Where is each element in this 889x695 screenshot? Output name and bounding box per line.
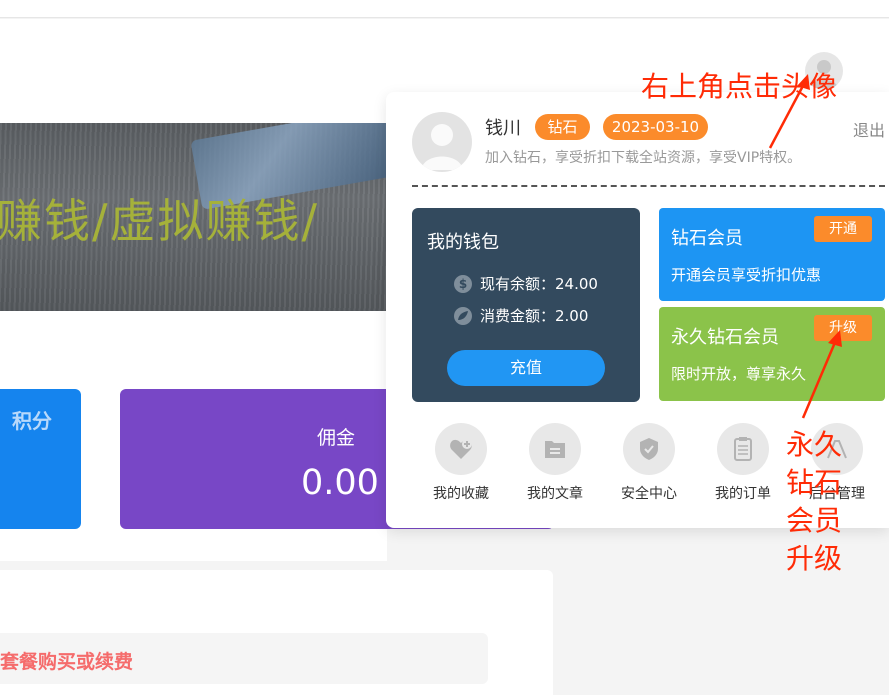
- wallet-card: 我的钱包 $ 现有余额：24.00 消费金额：2.00 充值: [412, 208, 640, 402]
- wallet-title: 我的钱包: [427, 232, 499, 253]
- quick-link-label: 我的订单: [715, 486, 771, 502]
- user-avatar[interactable]: [412, 112, 472, 172]
- wallet-spent-row: 消费金额：2.00: [454, 305, 588, 326]
- commission-label: 佣金: [317, 427, 356, 449]
- wallet-balance: 现有余额：24.00: [480, 275, 598, 293]
- member-expiry-badge: 2023-03-10: [603, 114, 708, 140]
- quick-link-security[interactable]: 安全中心: [609, 423, 689, 503]
- wallet-balance-row: $ 现有余额：24.00: [454, 273, 598, 294]
- diamond-vip-desc: 开通会员享受折扣优惠: [671, 266, 822, 284]
- points-card[interactable]: 积分: [0, 389, 81, 529]
- annotation-click-avatar: 右上角点击头像: [641, 70, 838, 103]
- leaf-icon: [454, 306, 472, 325]
- annotation-upgrade: 永久钻石会员升级: [786, 428, 843, 575]
- quick-link-label: 安全中心: [621, 486, 677, 502]
- wallet-spent: 消费金额：2.00: [480, 307, 589, 325]
- forever-vip-desc: 限时开放，尊享永久: [671, 365, 807, 383]
- banner-title: 赚钱/虚拟赚钱/: [0, 194, 319, 248]
- quick-link-label: 我的收藏: [433, 486, 489, 502]
- logout-link[interactable]: 退出: [853, 117, 885, 141]
- dollar-coin-icon: $: [454, 274, 472, 293]
- quick-link-orders[interactable]: 我的订单: [703, 423, 783, 503]
- user-name: 钱川: [485, 118, 521, 139]
- recharge-button[interactable]: 充值: [447, 350, 605, 386]
- diamond-vip-card[interactable]: 钻石会员 开通 开通会员享受折扣优惠: [659, 208, 885, 301]
- folder-icon: [529, 423, 581, 475]
- shield-check-icon: [623, 423, 675, 475]
- quick-link-favorites[interactable]: 我的收藏: [421, 423, 501, 503]
- diamond-vip-title: 钻石会员: [671, 228, 743, 249]
- user-description: 加入钻石，享受折扣下载全站资源，享受VIP特权。: [485, 150, 802, 166]
- package-notice-text: 套餐购买或续费: [0, 651, 134, 673]
- open-vip-button[interactable]: 开通: [814, 216, 872, 242]
- clipboard-icon: [717, 423, 769, 475]
- avatar-icon: [421, 124, 463, 170]
- points-label: 积分: [12, 409, 52, 433]
- top-bar: [0, 0, 889, 18]
- banner-image[interactable]: 赚钱/虚拟赚钱/: [0, 123, 387, 311]
- quick-link-label: 我的文章: [527, 486, 583, 502]
- member-level-badge: 钻石: [535, 114, 590, 140]
- forever-vip-card[interactable]: 永久钻石会员 升级 限时开放，尊享永久: [659, 307, 885, 401]
- heart-plus-icon: [435, 423, 487, 475]
- dashed-divider: [412, 185, 885, 187]
- forever-vip-title: 永久钻石会员: [671, 327, 779, 348]
- commission-value: 0.00: [301, 463, 379, 503]
- upgrade-vip-button[interactable]: 升级: [814, 315, 872, 341]
- quick-link-articles[interactable]: 我的文章: [515, 423, 595, 503]
- package-notice[interactable]: 套餐购买或续费: [0, 633, 488, 684]
